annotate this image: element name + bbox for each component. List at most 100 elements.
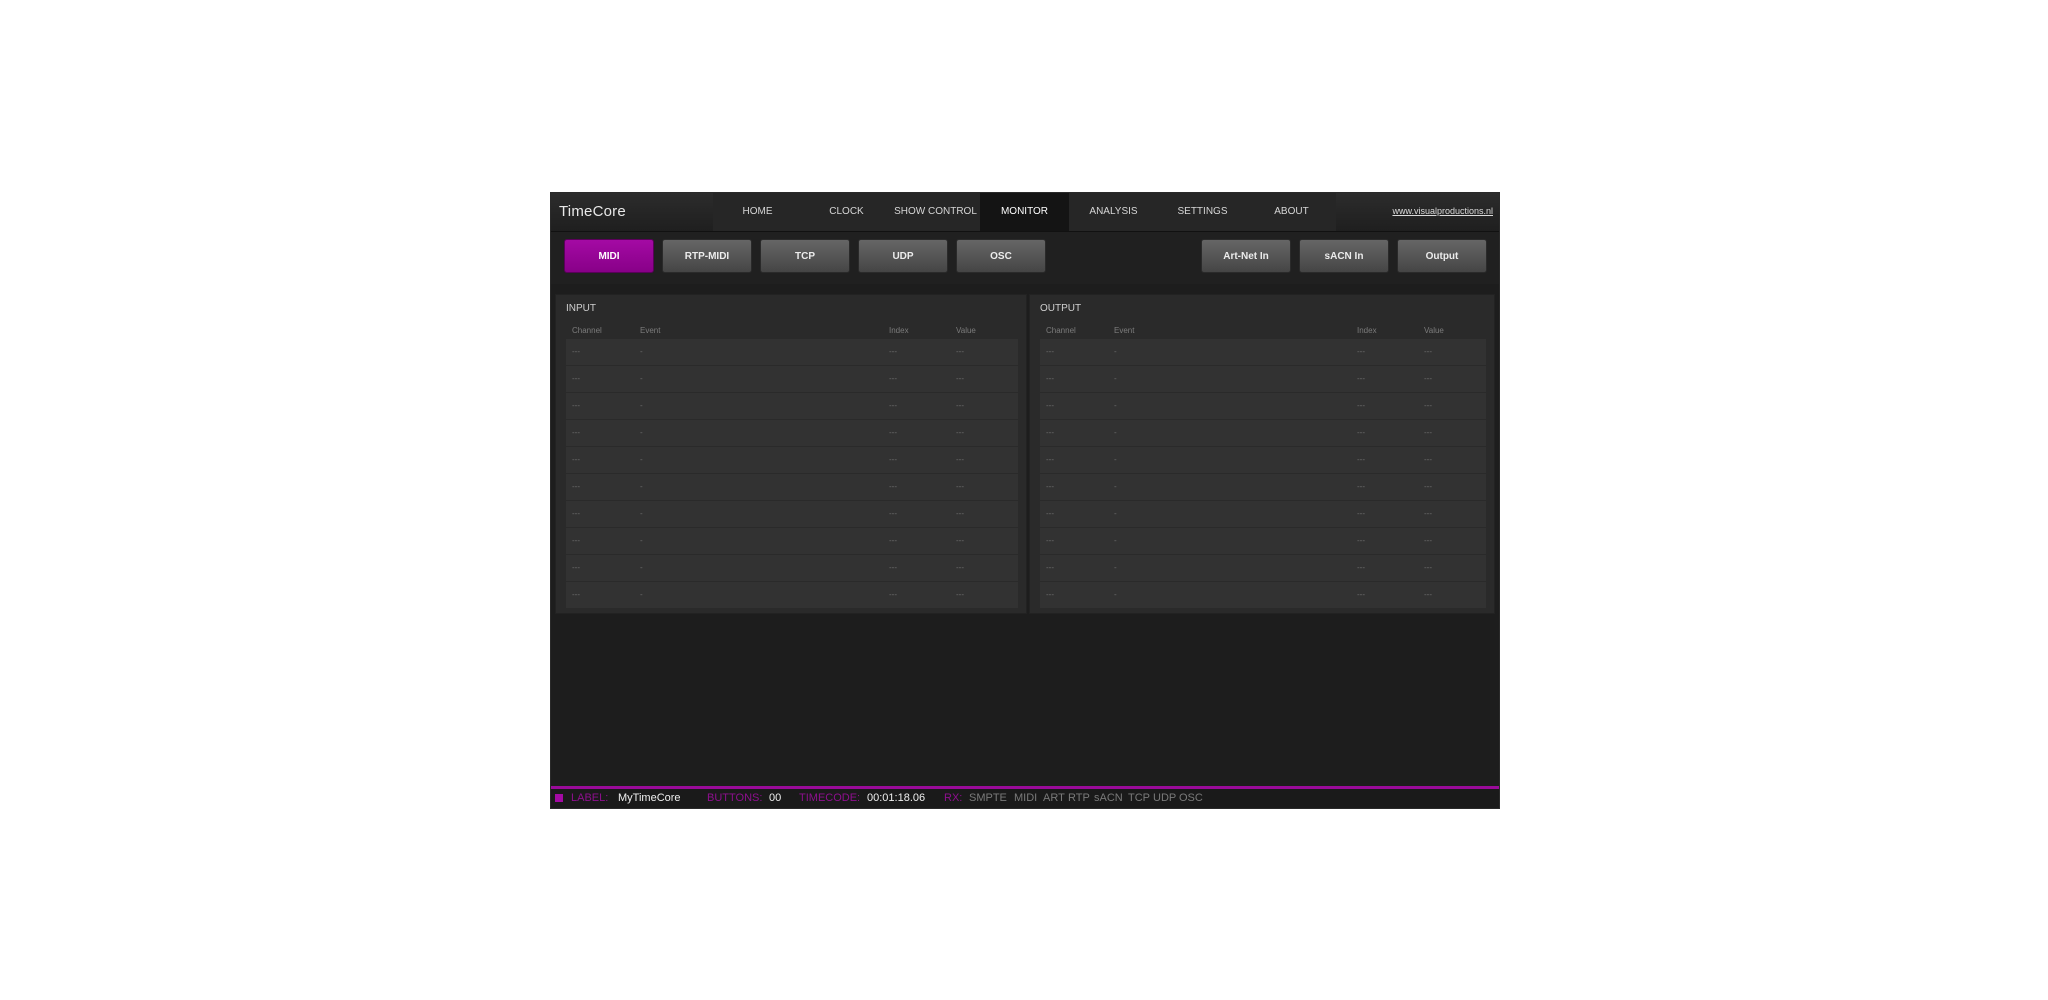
cell-index: --- — [889, 590, 897, 599]
cell-event: - — [640, 347, 643, 356]
cell-index: --- — [1357, 428, 1365, 437]
output-panel-title: OUTPUT — [1040, 303, 1082, 314]
tab-about[interactable]: ABOUT — [1247, 193, 1336, 231]
tab-monitor[interactable]: MONITOR — [980, 193, 1069, 231]
table-row: --- - --- --- — [1040, 393, 1486, 419]
cell-index: --- — [889, 347, 897, 356]
cell-channel: --- — [572, 563, 580, 572]
table-row: --- - --- --- — [566, 501, 1018, 527]
input-col-index: Index — [889, 326, 909, 335]
website-link[interactable]: www.visualproductions.nl — [1392, 206, 1493, 216]
tab-settings[interactable]: SETTINGS — [1158, 193, 1247, 231]
status-label-key: LABEL: — [571, 792, 609, 804]
cell-index: --- — [889, 509, 897, 518]
table-row: --- - --- --- — [566, 420, 1018, 446]
status-rx-osc: OSC — [1179, 792, 1203, 804]
cell-event: - — [640, 536, 643, 545]
cell-index: --- — [1357, 563, 1365, 572]
main-nav: HOME CLOCK SHOW CONTROL MONITOR ANALYSIS… — [713, 193, 1336, 231]
timecore-window: TimeCore HOME CLOCK SHOW CONTROL MONITOR… — [550, 192, 1500, 809]
cell-value: --- — [956, 347, 964, 356]
cell-channel: --- — [1046, 590, 1054, 599]
cell-value: --- — [956, 428, 964, 437]
table-row: --- - --- --- — [1040, 582, 1486, 608]
tab-show-control[interactable]: SHOW CONTROL — [891, 193, 980, 231]
cell-value: --- — [1424, 428, 1432, 437]
cell-index: --- — [889, 455, 897, 464]
cell-channel: --- — [1046, 536, 1054, 545]
art-net-in-button[interactable]: Art-Net In — [1201, 239, 1291, 273]
tab-home[interactable]: HOME — [713, 193, 802, 231]
output-col-event: Event — [1114, 326, 1135, 335]
osc-button[interactable]: OSC — [956, 239, 1046, 273]
status-rx-art: ART — [1043, 792, 1065, 804]
table-row: --- - --- --- — [1040, 339, 1486, 365]
cell-value: --- — [1424, 509, 1432, 518]
cell-index: --- — [1357, 374, 1365, 383]
table-row: --- - --- --- — [566, 447, 1018, 473]
status-timecode-key: TIMECODE: — [799, 792, 861, 804]
status-rx-tcp: TCP — [1128, 792, 1150, 804]
cell-event: - — [1114, 347, 1117, 356]
cell-index: --- — [889, 563, 897, 572]
table-row: --- - --- --- — [566, 393, 1018, 419]
tcp-button[interactable]: TCP — [760, 239, 850, 273]
cell-event: - — [1114, 590, 1117, 599]
header-bar: TimeCore HOME CLOCK SHOW CONTROL MONITOR… — [551, 193, 1499, 232]
cell-channel: --- — [1046, 563, 1054, 572]
table-row: --- - --- --- — [566, 366, 1018, 392]
tab-clock[interactable]: CLOCK — [802, 193, 891, 231]
tab-analysis[interactable]: ANALYSIS — [1069, 193, 1158, 231]
status-rx-midi: MIDI — [1014, 792, 1038, 804]
cell-value: --- — [1424, 536, 1432, 545]
cell-value: --- — [956, 590, 964, 599]
status-timecode-value: 00:01:18.06 — [867, 792, 926, 804]
cell-channel: --- — [572, 347, 580, 356]
table-row: --- - --- --- — [1040, 528, 1486, 554]
output-button[interactable]: Output — [1397, 239, 1487, 273]
rtp-midi-button[interactable]: RTP-MIDI — [662, 239, 752, 273]
status-label-value: MyTimeCore — [618, 792, 681, 804]
cell-value: --- — [1424, 455, 1432, 464]
cell-value: --- — [1424, 482, 1432, 491]
cell-value: --- — [956, 374, 964, 383]
output-panel: OUTPUT Channel Event Index Value --- - ---… — [1029, 294, 1495, 614]
cell-channel: --- — [572, 455, 580, 464]
output-col-channel: Channel — [1046, 326, 1076, 335]
monitor-toolbar: MIDI RTP-MIDI TCP UDP OSC Art-Net In sAC… — [551, 232, 1499, 284]
cell-event: - — [640, 563, 643, 572]
cell-index: --- — [889, 428, 897, 437]
cell-value: --- — [1424, 374, 1432, 383]
cell-channel: --- — [1046, 482, 1054, 491]
output-rows: --- - --- --- --- - --- --- --- - --- --- --- - --- ---… — [1040, 339, 1486, 609]
cell-channel: --- — [572, 428, 580, 437]
cell-index: --- — [1357, 401, 1365, 410]
cell-channel: --- — [572, 536, 580, 545]
cell-channel: --- — [1046, 374, 1054, 383]
status-rx-key: RX: — [944, 792, 963, 804]
cell-index: --- — [1357, 455, 1365, 464]
cell-index: --- — [889, 536, 897, 545]
midi-button[interactable]: MIDI — [564, 239, 654, 273]
udp-button[interactable]: UDP — [858, 239, 948, 273]
table-row: --- - --- --- — [1040, 366, 1486, 392]
cell-event: - — [1114, 455, 1117, 464]
cell-value: --- — [956, 455, 964, 464]
cell-value: --- — [1424, 590, 1432, 599]
cell-index: --- — [889, 482, 897, 491]
cell-channel: --- — [1046, 401, 1054, 410]
cell-event: - — [640, 509, 643, 518]
cell-channel: --- — [1046, 428, 1054, 437]
table-row: --- - --- --- — [1040, 474, 1486, 500]
cell-index: --- — [889, 401, 897, 410]
input-rows: --- - --- --- --- - --- --- --- - --- --- --- - --- ---… — [566, 339, 1018, 609]
sacn-in-button[interactable]: sACN In — [1299, 239, 1389, 273]
table-row: --- - --- --- — [566, 528, 1018, 554]
cell-event: - — [1114, 374, 1117, 383]
table-row: --- - --- --- — [1040, 420, 1486, 446]
cell-index: --- — [1357, 590, 1365, 599]
cell-channel: --- — [1046, 455, 1054, 464]
cell-event: - — [1114, 536, 1117, 545]
cell-channel: --- — [572, 374, 580, 383]
app-title: TimeCore — [559, 203, 626, 220]
